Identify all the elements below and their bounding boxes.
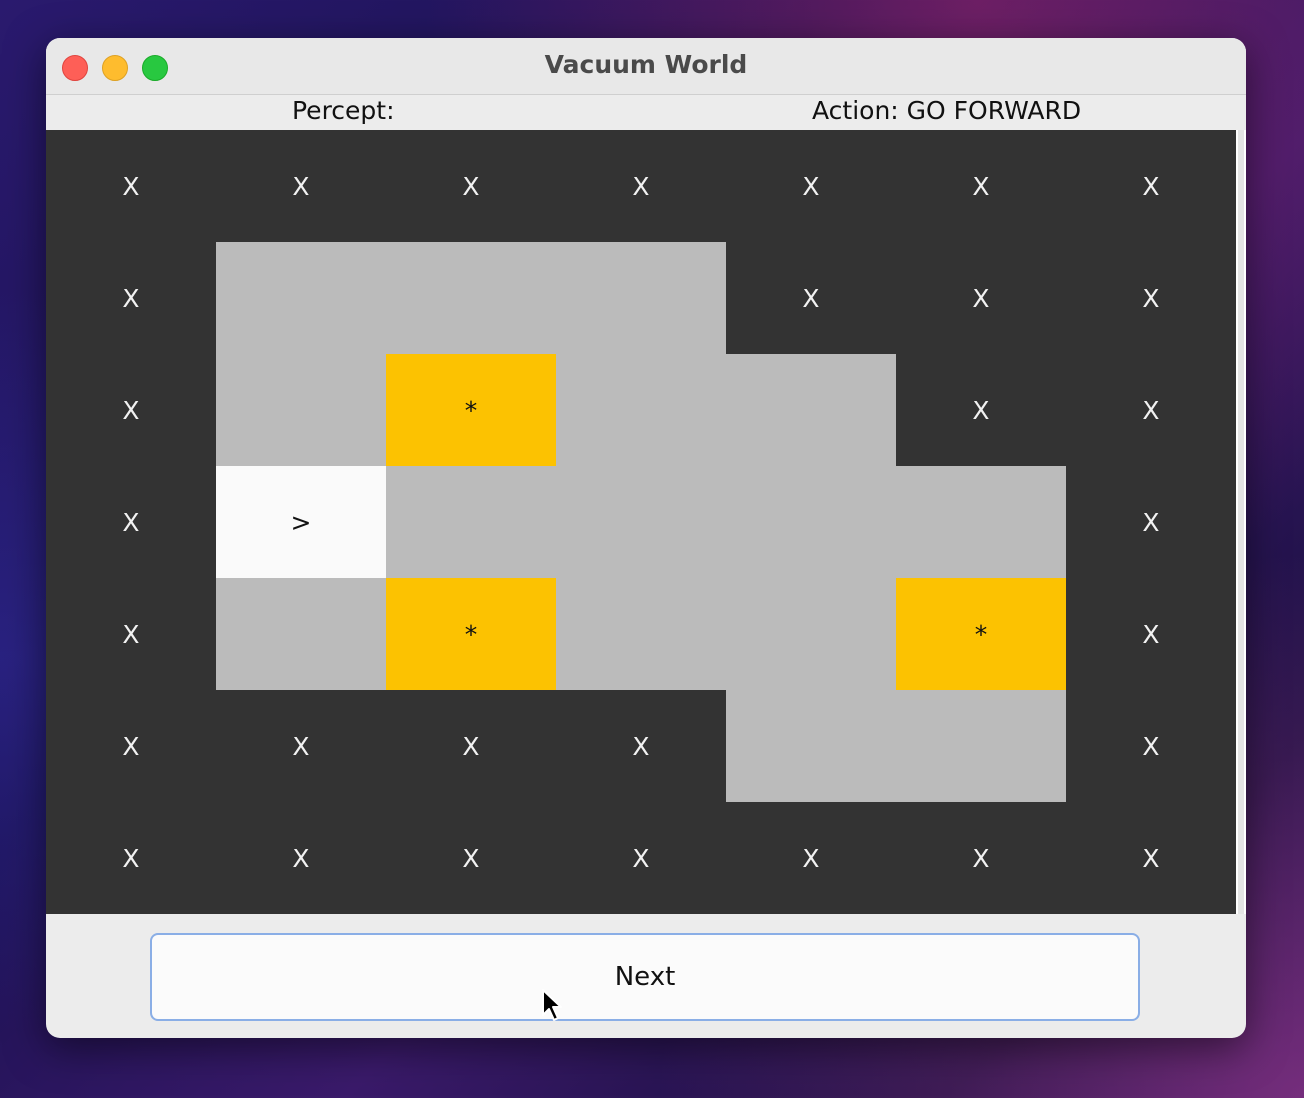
action-label: Action: GO FORWARD [812,96,1082,125]
grid-cell-wall: X [632,731,650,761]
grid-cell-wall: X [972,171,990,201]
grid-cell-wall: X [292,843,310,873]
grid-cell-wall: X [802,171,820,201]
vacuum-world-grid: X X X X X X X X X X X X * X X X > X X * * X X X X X X X X X X X X X [46,130,1236,914]
grid-cell-clean [556,242,726,354]
grid-cell-clean [556,466,726,578]
grid-cell-wall: X [632,843,650,873]
grid-cell-wall: X [1142,171,1160,201]
grid-cell-wall: X [122,171,140,201]
grid-cell-clean [216,578,386,690]
grid-cell-wall: X [1142,843,1160,873]
grid-cell-wall: X [292,731,310,761]
grid-cell-wall: X [632,171,650,201]
scrollbar-thumb[interactable] [1238,130,1244,914]
grid-cell-wall: X [1142,731,1160,761]
grid-cell-wall: X [122,283,140,313]
grid-cell-wall: X [292,171,310,201]
grid-cell-clean [896,466,1066,578]
grid-cell-dirt: * [386,354,556,466]
grid-cell-wall: X [802,283,820,313]
grid-cell-wall: X [462,171,480,201]
grid-cell-wall: X [1142,283,1160,313]
grid-cell-clean [216,354,386,466]
grid-cell-clean [556,578,726,690]
vertical-scrollbar[interactable] [1236,130,1246,914]
grid-cell-dirt: * [896,578,1066,690]
grid-cell-wall: X [802,843,820,873]
app-window: Vacuum World Percept: Action: GO FORWARD… [46,38,1246,1038]
percept-label: Percept: [292,96,395,125]
grid-cell-agent: > [216,466,386,578]
title-bar[interactable]: Vacuum World [46,38,1246,95]
grid-cell-wall: X [122,507,140,537]
grid-cell-wall: X [122,843,140,873]
grid-cell-wall: X [1142,619,1160,649]
grid-cell-clean [216,242,386,354]
grid-cell-wall: X [122,731,140,761]
grid-cell-wall: X [462,731,480,761]
grid-cell-wall: X [972,395,990,425]
grid-cell-clean [556,354,726,466]
grid-cell-wall: X [462,843,480,873]
grid-cell-wall: X [972,843,990,873]
grid-cell-clean [726,354,896,466]
grid-cell-clean [896,690,1066,802]
grid-cell-clean [726,578,896,690]
mouse-pointer-icon [542,989,562,1021]
grid-cell-clean [726,466,896,578]
status-bar: Percept: Action: GO FORWARD [46,95,1246,130]
grid-cell-wall: X [972,283,990,313]
grid-cell-clean [386,466,556,578]
window-title: Vacuum World [544,50,748,79]
grid-cell-wall: X [122,395,140,425]
grid-cell-dirt: * [386,578,556,690]
next-button[interactable]: Next [150,933,1140,1021]
grid-cell-wall: X [1142,507,1160,537]
grid-cell-wall: X [1142,395,1160,425]
grid-cell-clean [726,690,896,802]
grid-cell-wall: X [122,619,140,649]
grid-cell-clean [386,242,556,354]
